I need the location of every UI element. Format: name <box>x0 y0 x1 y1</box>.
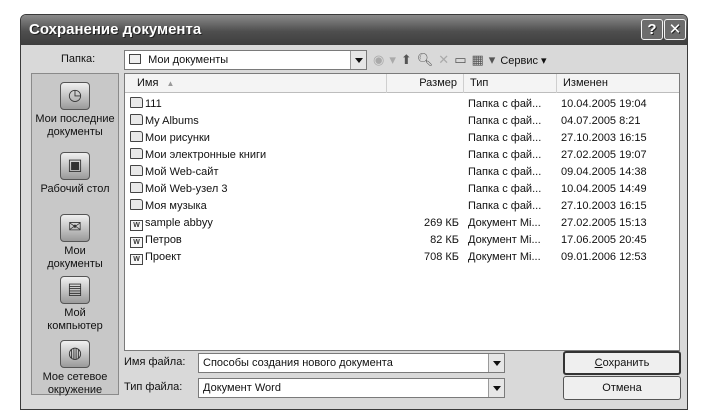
help-button[interactable]: ? <box>641 19 663 40</box>
music-folder-icon <box>130 199 143 210</box>
file-row[interactable]: W Петров 82 КБ Документ Mi... 17.06.2005 … <box>125 232 679 249</box>
title-bar: Сохранение документа ? ✕ <box>21 15 687 45</box>
folder-icon <box>130 182 143 193</box>
column-header-name[interactable]: Имя ▲ <box>125 74 387 93</box>
sort-ascending-icon: ▲ <box>166 79 175 88</box>
filetype-dropdown-arrow-icon[interactable] <box>488 379 504 397</box>
file-row[interactable]: W Проект 708 КБ Документ Mi... 09.01.2006… <box>125 249 679 266</box>
word-document-icon: W <box>130 254 143 265</box>
up-folder-icon[interactable]: ⬆ <box>401 52 412 68</box>
service-menu[interactable]: Сервис ▾ <box>500 54 546 67</box>
folder-icon <box>130 114 143 125</box>
file-row[interactable]: 111 Папка с фай... 10.04.2005 19:04 <box>125 96 679 113</box>
folder-icon <box>130 148 143 159</box>
folder-icon <box>130 97 143 108</box>
file-row[interactable]: Моя музыка Папка с фай... 27.10.2003 16:… <box>125 198 679 215</box>
file-row[interactable]: Мой Web-узел 3 Папка с фай... 10.04.2005… <box>125 181 679 198</box>
recent-documents-icon: ◷ <box>60 82 90 110</box>
folder-dropdown-arrow-icon[interactable] <box>350 51 366 69</box>
file-list[interactable]: Имя ▲ Размер Тип Изменен 111 Папка с фай.… <box>124 73 680 351</box>
views-icon[interactable]: ▦ <box>472 52 484 68</box>
window-title: Сохранение документа <box>29 21 202 38</box>
file-row[interactable]: Мои электронные книги Папка с фай... 27.… <box>125 147 679 164</box>
close-button[interactable]: ✕ <box>664 19 686 40</box>
word-document-icon: W <box>130 237 143 248</box>
new-folder-icon[interactable]: ▭ <box>454 52 466 68</box>
desktop-icon: ▣ <box>60 152 90 180</box>
place-desktop[interactable]: ▣ Рабочий стол <box>32 152 118 196</box>
search-web-icon[interactable]: 🔍︎ <box>417 52 434 68</box>
places-bar: ◷ Мои последние документы ▣ Рабочий стол… <box>31 73 119 397</box>
cancel-button[interactable]: Отмена <box>563 376 681 400</box>
place-my-computer[interactable]: ▤ Мой компьютер <box>32 276 118 333</box>
folder-icon <box>129 54 141 64</box>
delete-icon[interactable]: ✕ <box>438 52 449 68</box>
folder-combo-value: Мои документы <box>148 54 229 66</box>
filename-input[interactable]: Способы создания нового документа <box>198 353 505 373</box>
filetype-select[interactable]: Документ Word <box>198 378 505 398</box>
column-header-type[interactable]: Тип <box>464 74 557 93</box>
list-header: Имя ▲ Размер Тип Изменен <box>125 74 679 93</box>
place-recent-documents[interactable]: ◷ Мои последние документы <box>32 82 118 139</box>
word-document-icon: W <box>130 220 143 231</box>
save-button[interactable]: Сохранить <box>563 351 681 375</box>
filename-label: Имя файла: <box>124 356 186 368</box>
filename-dropdown-arrow-icon[interactable] <box>488 354 504 372</box>
my-documents-icon: ✉ <box>60 214 90 242</box>
folder-combo[interactable]: Мои документы <box>124 50 367 70</box>
column-header-date[interactable]: Изменен <box>557 74 679 93</box>
network-icon: ◍ <box>60 340 90 368</box>
file-row[interactable]: Wsample abbyy 269 КБ Документ Mi... 27.0… <box>125 215 679 232</box>
filetype-label: Тип файла: <box>124 381 183 393</box>
folder-label: Папка: <box>61 53 96 65</box>
save-dialog: Сохранение документа ? ✕ Папка: Мои доку… <box>20 14 688 410</box>
file-row[interactable]: My Albums Папка с фай... 04.07.2005 8:21 <box>125 113 679 130</box>
views-dropdown-icon[interactable]: ▾ <box>489 52 496 68</box>
column-header-size[interactable]: Размер <box>387 74 464 93</box>
back-icon[interactable]: ◉ <box>373 52 384 68</box>
computer-icon: ▤ <box>60 276 90 304</box>
file-row[interactable]: Мой Web-сайт Папка с фай... 09.04.2005 1… <box>125 164 679 181</box>
pictures-folder-icon <box>130 131 143 142</box>
place-my-documents[interactable]: ✉ Мои документы <box>32 214 118 271</box>
file-row[interactable]: Мои рисунки Папка с фай... 27.10.2003 16… <box>125 130 679 147</box>
back-dropdown-icon[interactable]: ▾ <box>389 52 396 68</box>
toolbar: ◉ ▾ ⬆ 🔍︎ ✕ ▭ ▦ ▾ Сервис ▾ <box>373 49 547 71</box>
place-network[interactable]: ◍ Мое сетевое окружение <box>32 340 118 397</box>
folder-icon <box>130 165 143 176</box>
